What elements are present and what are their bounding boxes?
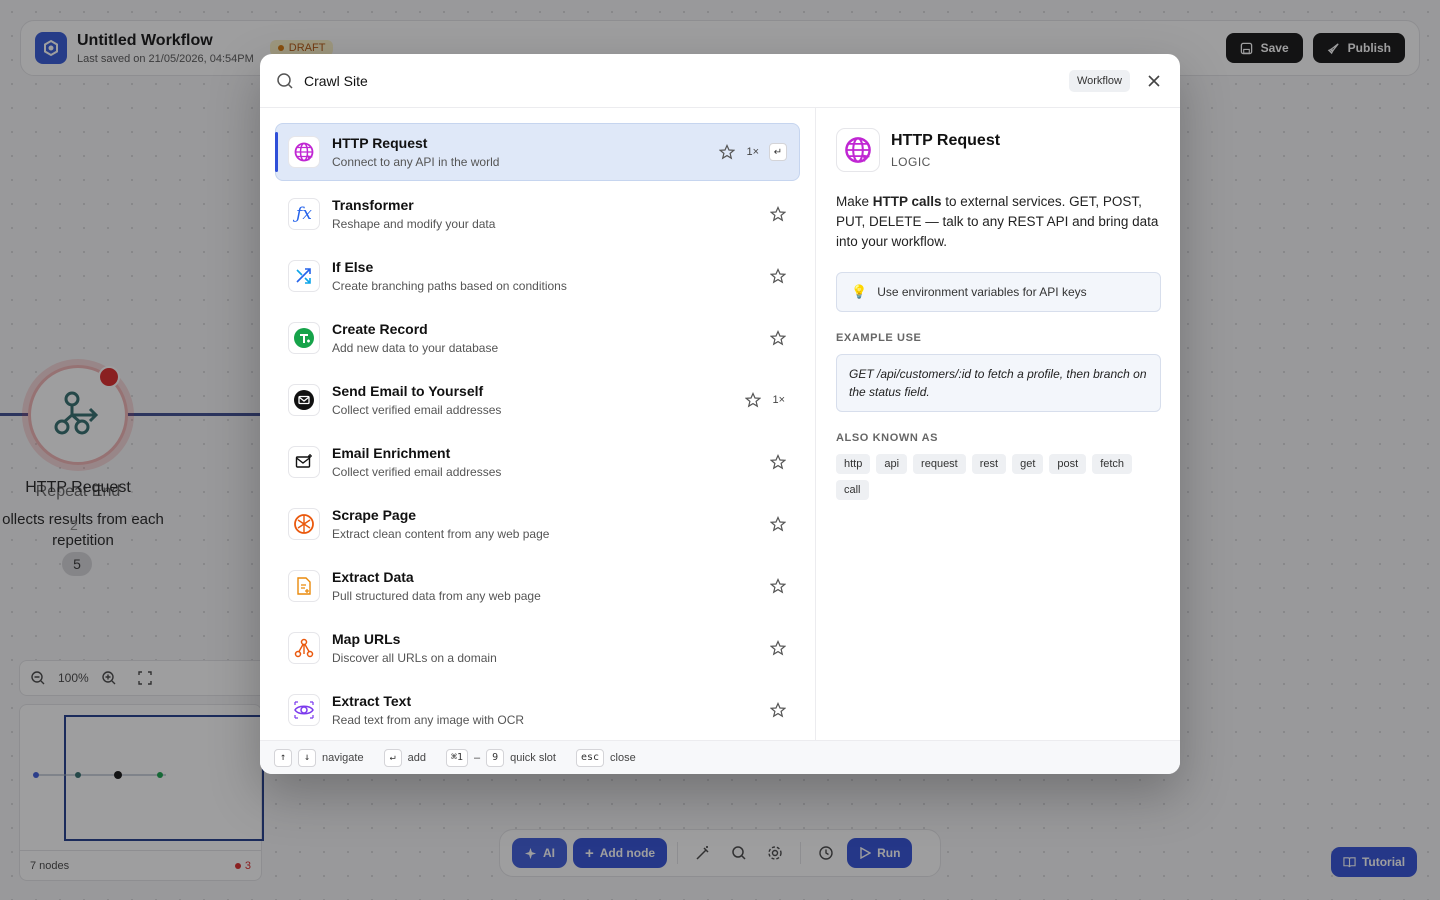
example-text: GET /api/customers/:id to fetch a profil… [836, 354, 1161, 412]
list-item[interactable]: Email Enrichment Collect verified email … [275, 433, 800, 491]
list-item[interactable]: ƒx Transformer Reshape and modify your d… [275, 185, 800, 243]
usage-count: 1× [772, 394, 785, 406]
item-description: Extract clean content from any web page [332, 527, 550, 541]
star-icon[interactable] [769, 515, 787, 533]
search-icon [277, 72, 293, 89]
sitemap-icon [288, 632, 320, 664]
enter-key: ↵ [383, 748, 402, 767]
node-detail-panel: HTTP Request LOGIC Make HTTP calls to ex… [817, 108, 1180, 740]
star-icon[interactable] [769, 701, 787, 719]
scrape-icon [288, 508, 320, 540]
fx-icon: ƒx [288, 198, 320, 230]
detail-desc-pre: Make [836, 194, 873, 209]
star-icon[interactable] [769, 329, 787, 347]
tip-box: 💡 Use environment variables for API keys [836, 272, 1161, 312]
item-description: Collect verified email addresses [332, 403, 502, 417]
branch-icon [288, 260, 320, 292]
range-dash: – [474, 751, 481, 764]
star-icon[interactable] [769, 453, 787, 471]
globe-icon [288, 136, 320, 168]
tag: post [1049, 454, 1087, 474]
tag: call [836, 480, 869, 500]
tag: api [876, 454, 908, 474]
arrow-up-key: ↑ [274, 748, 292, 767]
eye-icon [288, 694, 320, 726]
list-item[interactable]: If Else Create branching paths based on … [275, 247, 800, 305]
aka-tags: http api request rest get post fetch cal… [836, 454, 1136, 500]
cmd-1-key: ⌘1 [445, 748, 468, 767]
detail-title: HTTP Request [891, 131, 1001, 149]
item-description: Reshape and modify your data [332, 217, 496, 231]
scope-chip[interactable]: Workflow [1068, 69, 1130, 92]
detail-description: Make HTTP calls to external services. GE… [836, 192, 1161, 252]
item-title: Send Email to Yourself [332, 383, 484, 399]
lightbulb-icon: 💡 [851, 284, 868, 299]
mail-plus-icon [288, 446, 320, 478]
document-icon [288, 570, 320, 602]
item-title: Email Enrichment [332, 445, 451, 461]
item-title: Scrape Page [332, 507, 417, 523]
detail-desc-bold: HTTP calls [872, 194, 942, 209]
list-item[interactable]: Extract Data Pull structured data from a… [275, 557, 800, 615]
star-icon[interactable] [718, 143, 736, 161]
example-label: EXAMPLE USE [836, 332, 922, 344]
quick-slot-hint: quick slot [510, 751, 556, 764]
item-description: Read text from any image with OCR [332, 713, 525, 727]
tag: http [836, 454, 871, 474]
item-title: Transformer [332, 197, 414, 213]
item-description: Pull structured data from any web page [332, 589, 541, 603]
item-description: Create branching paths based on conditio… [332, 279, 567, 293]
usage-count: 1× [746, 146, 759, 158]
keyboard-hints: ↑ ↓ navigate ↵ add ⌘1 – 9 quick slot esc… [260, 740, 1180, 774]
tag: request [913, 454, 966, 474]
list-item[interactable]: Scrape Page Extract clean content from a… [275, 495, 800, 553]
search-bar: Workflow [260, 54, 1180, 108]
star-icon[interactable] [769, 205, 787, 223]
list-item[interactable]: Send Email to Yourself Collect verified … [275, 371, 800, 429]
star-icon[interactable] [769, 639, 787, 657]
list-item[interactable]: HTTP Request Connect to any API in the w… [275, 123, 800, 181]
enter-key-icon: ↵ [769, 143, 787, 161]
item-title: Create Record [332, 321, 428, 337]
list-item[interactable]: Create Record Add new data to your datab… [275, 309, 800, 367]
node-list: HTTP Request Connect to any API in the w… [260, 108, 816, 740]
mail-icon [288, 384, 320, 416]
arrow-down-key: ↓ [298, 748, 316, 767]
tip-text: Use environment variables for API keys [877, 285, 1087, 299]
aka-label: ALSO KNOWN AS [836, 432, 939, 444]
node-picker-dialog: Workflow HTTP Request Connect to any API… [260, 54, 1180, 774]
item-title: Extract Data [332, 569, 414, 585]
close-hint: close [610, 751, 636, 764]
item-description: Discover all URLs on a domain [332, 651, 497, 665]
item-description: Connect to any API in the world [332, 155, 500, 169]
close-icon[interactable] [1144, 71, 1164, 91]
tag: fetch [1092, 454, 1133, 474]
star-icon[interactable] [769, 577, 787, 595]
item-title: Extract Text [332, 693, 412, 709]
star-icon[interactable] [769, 267, 787, 285]
star-icon[interactable] [744, 391, 762, 409]
item-description: Add new data to your database [332, 341, 499, 355]
item-title: HTTP Request [332, 135, 428, 151]
item-description: Collect verified email addresses [332, 465, 502, 479]
list-item[interactable]: Map URLs Discover all URLs on a domain [275, 619, 800, 677]
item-title: If Else [332, 259, 374, 275]
add-hint: add [407, 751, 426, 764]
detail-category: LOGIC [891, 154, 931, 169]
list-item[interactable]: Extract Text Read text from any image wi… [275, 681, 800, 739]
tag: get [1012, 454, 1044, 474]
database-icon [288, 322, 320, 354]
search-input[interactable] [304, 72, 1069, 89]
navigate-hint: navigate [322, 751, 364, 764]
globe-icon [836, 128, 880, 172]
nine-key: 9 [486, 748, 505, 767]
tag: rest [971, 454, 1007, 474]
item-title: Map URLs [332, 631, 401, 647]
esc-key: esc [575, 748, 605, 767]
